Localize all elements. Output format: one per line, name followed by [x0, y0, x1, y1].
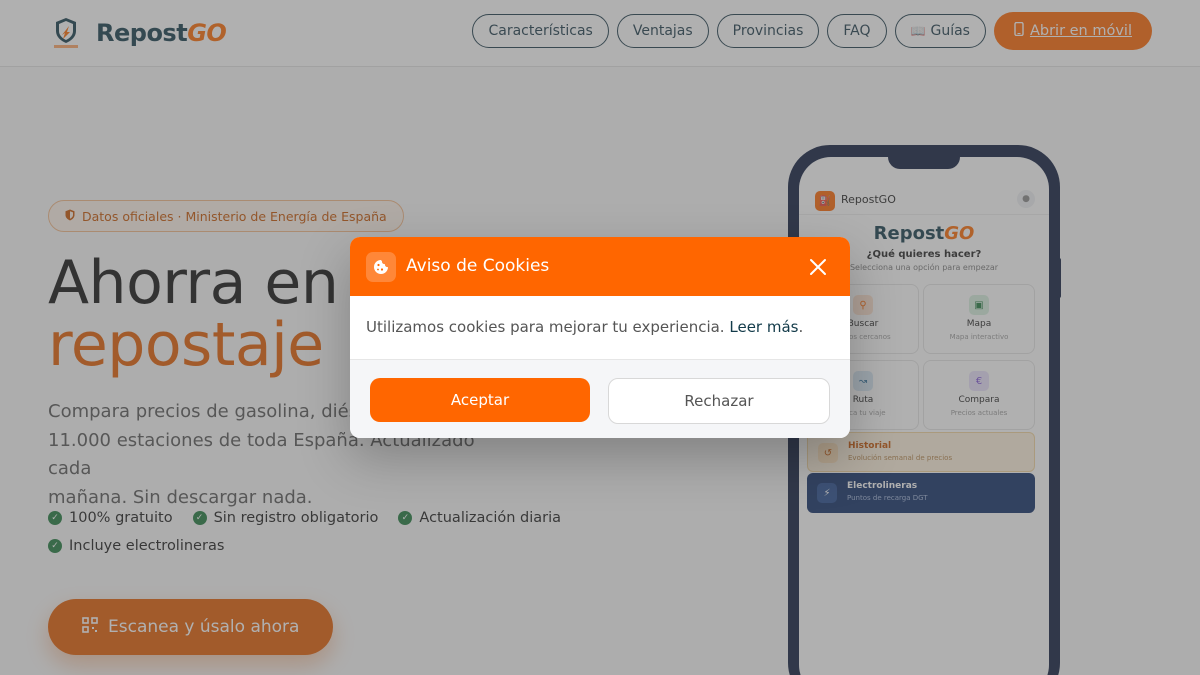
read-more-link[interactable]: Leer más	[729, 318, 798, 336]
cookie-dialog: Aviso de Cookies Utilizamos cookies para…	[350, 237, 850, 438]
cookie-dialog-message: Utilizamos cookies para mejorar tu exper…	[366, 318, 803, 336]
cookie-message-suffix: .	[798, 318, 804, 336]
accept-cookies-button[interactable]: Aceptar	[370, 378, 590, 422]
cookie-dialog-footer: Aceptar Rechazar	[350, 359, 850, 438]
cookie-icon	[366, 252, 396, 282]
reject-cookies-button[interactable]: Rechazar	[608, 378, 830, 424]
cookie-dialog-header: Aviso de Cookies	[350, 237, 850, 296]
cookie-dialog-title: Aviso de Cookies	[406, 256, 550, 276]
cookie-message-text: Utilizamos cookies para mejorar tu exper…	[366, 318, 725, 336]
close-icon[interactable]	[806, 255, 830, 279]
